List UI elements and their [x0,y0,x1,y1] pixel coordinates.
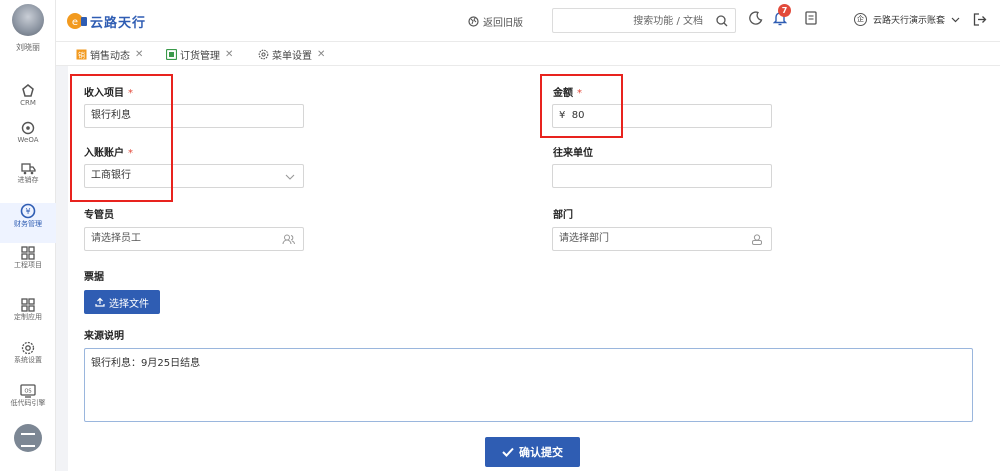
weoa-icon [21,121,35,135]
counterparty-label: 往来单位 [553,148,593,159]
income-item-field[interactable]: 银行利息 [84,104,304,128]
account-badge: 企 [854,13,867,26]
tab-order-management[interactable]: 订货管理 ✕ [166,47,233,62]
chevron-down-icon [951,17,960,22]
manager-picker[interactable]: 请选择员工 [84,227,304,251]
sidebar-item-lowcode[interactable]: OS 低代码引擎 [0,384,56,424]
chevron-down-icon [285,174,295,180]
users-icon [282,234,295,245]
document-icon[interactable] [805,11,817,25]
back-to-old-version-link[interactable]: 返回旧版 [468,14,523,29]
tab-label: 订货管理 [180,51,220,62]
svg-text:销: 销 [78,51,85,60]
tab-label: 菜单设置 [272,51,312,62]
logo-icon: e [67,13,87,29]
top-bar: e 云路天行 返回旧版 7 企 云路天行演示账套 [56,0,1000,42]
sidebar-item-label: 定制应用 [14,313,42,321]
close-icon[interactable]: ✕ [135,49,143,60]
gear-icon [21,341,35,355]
gear-icon [258,49,269,60]
tab-menu-settings[interactable]: 菜单设置 ✕ [258,47,325,62]
svg-text:OS: OS [24,389,31,395]
back-label: 返回旧版 [483,18,523,29]
tab-sales-activity[interactable]: 销 销售动态 ✕ [76,47,143,62]
account-label: 入账账户 * [84,148,133,159]
notification-count-badge: 7 [778,4,791,17]
moon-icon[interactable] [749,11,763,25]
upload-icon [95,297,105,307]
crm-icon [22,84,34,97]
sidebar-item-label: 进销存 [17,176,39,184]
brand-logo-icon [14,424,42,452]
sales-icon: 销 [76,49,87,60]
svg-text:e: e [72,17,78,28]
svg-text:¥: ¥ [25,207,30,216]
submit-label: 确认提交 [519,446,563,459]
sidebar-item-label: 低代码引擎 [10,399,46,407]
sidebar-item-label: 财务管理 [14,220,42,228]
truck-icon [20,163,36,175]
lowcode-icon: OS [20,384,36,398]
sidebar-item-label: 工程项目 [14,261,42,269]
tab-label: 销售动态 [90,51,130,62]
sidebar-item-projects[interactable]: 工程项目 [0,246,56,286]
currency-symbol: ¥ [559,110,566,121]
finance-icon: ¥ [20,203,36,219]
check-icon [502,447,514,457]
source-note-label: 来源说明 [84,331,124,342]
sidebar-item-finance[interactable]: ¥ 财务管理 [0,203,56,243]
account-switcher[interactable]: 企 云路天行演示账套 [854,13,960,26]
amount-value: 80 [571,110,585,121]
account-name: 云路天行演示账套 [873,16,946,26]
manager-label: 专管员 [84,210,114,221]
sidebar-item-inventory[interactable]: 进销存 [0,162,56,202]
sidebar-item-label: 系统设置 [14,356,42,364]
receipt-label: 票据 [84,272,104,283]
order-icon [166,49,177,60]
grid-icon [21,246,35,260]
close-icon[interactable]: ✕ [225,49,233,60]
counterparty-field[interactable] [552,164,772,188]
required-mark: * [577,88,582,99]
search-box[interactable] [552,8,736,33]
required-mark: * [128,88,133,99]
search-icon[interactable] [716,15,728,27]
close-icon[interactable]: ✕ [317,49,325,60]
search-input[interactable] [553,10,703,33]
logo: e 云路天行 [66,11,146,31]
submit-button[interactable]: 确认提交 [485,437,580,467]
sidebar: 刘晓丽 CRM WeOA 进销存 ¥ 财务管理 工程项目 定制应用 系统设置 O… [0,0,56,471]
source-note-textarea[interactable]: 银行利息：9月25日结息 [84,348,973,422]
income-form: 收入项目 * 银行利息 金额 * ¥ 80 入账账户 * 工商银行 往来单位 专管员 … [68,66,1000,471]
avatar[interactable] [12,4,44,36]
logo-text: 云路天行 [90,15,147,31]
department-icon [752,234,762,245]
required-mark: * [128,148,133,159]
sidebar-item-label: CRM [20,99,36,107]
grid-icon [21,298,35,312]
department-label: 部门 [553,210,573,221]
tab-bar: 销 销售动态 ✕ 订货管理 ✕ 菜单设置 ✕ [56,42,1000,66]
income-item-label: 收入项目 * [84,88,133,99]
user-name: 刘晓丽 [16,43,40,52]
sidebar-item-crm[interactable]: CRM [0,84,56,124]
account-select[interactable]: 工商银行 [84,164,304,188]
amount-field[interactable]: ¥ 80 [552,104,772,128]
sidebar-item-weoa[interactable]: WeOA [0,121,56,161]
logout-icon[interactable] [973,13,987,26]
globe-icon [468,16,479,27]
sidebar-item-custom-apps[interactable]: 定制应用 [0,298,56,338]
sidebar-item-label: WeOA [17,136,39,144]
sidebar-item-settings[interactable]: 系统设置 [0,341,56,381]
department-picker[interactable]: 请选择部门 [552,227,772,251]
choose-file-label: 选择文件 [109,298,149,310]
choose-file-button[interactable]: 选择文件 [84,290,160,314]
amount-label: 金额 * [553,88,582,99]
